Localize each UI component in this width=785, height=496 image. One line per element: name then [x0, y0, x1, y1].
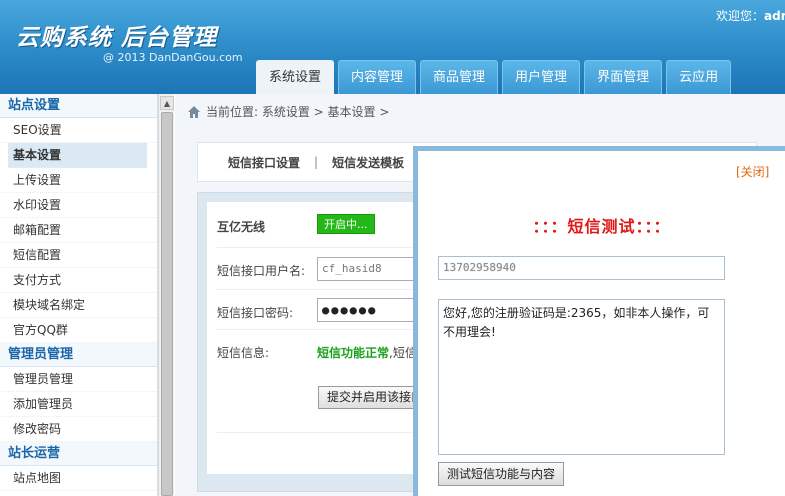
sidebar-group-site-settings: 站点设置	[0, 94, 157, 118]
info-ok-text: 短信功能正常	[317, 346, 390, 360]
sms-test-dialog: [关闭] ：：：短信测试：：： 13702958940 您好,您的注册验证码是:…	[413, 146, 785, 496]
sidebar-item-seo[interactable]: SEO设置	[0, 118, 157, 143]
tab-content-management[interactable]: 内容管理	[338, 60, 417, 94]
test-sms-button[interactable]: 测试短信功能与内容	[438, 462, 565, 486]
sidebar-item-sitemap[interactable]: 站点地图	[0, 466, 157, 491]
tab-ui-management[interactable]: 界面管理	[584, 60, 663, 94]
tab-cloud-apps[interactable]: 云应用	[666, 60, 732, 94]
subnav-sms-template[interactable]: 短信发送模板	[332, 154, 404, 171]
welcome-label: 欢迎您：	[716, 9, 765, 23]
sidebar-group-admin: 管理员管理	[0, 343, 157, 367]
tab-system-settings[interactable]: 系统设置	[256, 60, 335, 94]
sidebar: 站点设置 SEO设置 基本设置 上传设置 水印设置 邮箱配置 短信配置 支付方式…	[0, 94, 158, 496]
sidebar-item-add-admin[interactable]: 添加管理员	[0, 392, 157, 417]
main-tabs: 系统设置 内容管理 商品管理 用户管理 界面管理 云应用	[256, 60, 735, 94]
dialog-title: ：：：短信测试：：：	[532, 217, 671, 236]
breadcrumb: 当前位置: 系统设置 > 基本设置 >	[187, 103, 389, 120]
username-input[interactable]: cf_hasid8	[317, 257, 417, 281]
app-title: 云购系统 后台管理	[16, 25, 218, 51]
sidebar-item-email[interactable]: 邮箱配置	[0, 218, 157, 243]
welcome-text: 欢迎您：adr	[716, 7, 785, 24]
status-badge: 开启中...	[317, 214, 375, 234]
sidebar-item-basic-settings[interactable]: 基本设置	[8, 143, 147, 168]
phone-input[interactable]: 13702958940	[438, 256, 725, 280]
username-label: 短信接口用户名:	[217, 264, 306, 278]
username-link[interactable]: adr	[764, 9, 785, 23]
password-input[interactable]: ●●●●●●	[317, 298, 417, 322]
subnav-sms-interface[interactable]: 短信接口设置	[228, 154, 300, 171]
sidebar-item-sms[interactable]: 短信配置	[0, 243, 157, 268]
top-header: 云购系统 后台管理 @ 2013 DanDanGou.com 欢迎您：adr 系…	[0, 0, 785, 94]
tab-product-management[interactable]: 商品管理	[420, 60, 499, 94]
close-button[interactable]: [关闭]	[736, 163, 769, 180]
sidebar-item-watermark[interactable]: 水印设置	[0, 193, 157, 218]
sidebar-group-operations: 站长运营	[0, 442, 157, 466]
info-label: 短信信息:	[217, 346, 270, 360]
sidebar-item-domain-binding[interactable]: 模块域名绑定	[0, 293, 157, 318]
info-status: 短信功能正常,短信	[317, 344, 417, 361]
sidebar-item-change-password[interactable]: 修改密码	[0, 417, 157, 442]
sidebar-item-qq-group[interactable]: 官方QQ群	[0, 318, 157, 343]
message-textarea[interactable]: 您好,您的注册验证码是:2365，如非本人操作，可不用理会!	[438, 299, 725, 455]
copyright-text: @ 2013 DanDanGou.com	[103, 51, 243, 64]
tab-user-management[interactable]: 用户管理	[502, 60, 581, 94]
provider-label: 互亿无线	[217, 220, 266, 234]
breadcrumb-text: 当前位置: 系统设置 > 基本设置 >	[206, 105, 390, 119]
subnav-separator: |	[314, 155, 319, 169]
sidebar-item-payment[interactable]: 支付方式	[0, 268, 157, 293]
home-icon	[188, 105, 200, 118]
password-label: 短信接口密码:	[217, 306, 294, 320]
scroll-up-icon[interactable]: ▲	[160, 96, 174, 110]
sidebar-item-upload[interactable]: 上传设置	[0, 168, 157, 193]
scroll-thumb[interactable]	[161, 112, 173, 496]
sidebar-scrollbar[interactable]: ▲	[158, 94, 174, 496]
sidebar-item-admin-manage[interactable]: 管理员管理	[0, 367, 157, 392]
